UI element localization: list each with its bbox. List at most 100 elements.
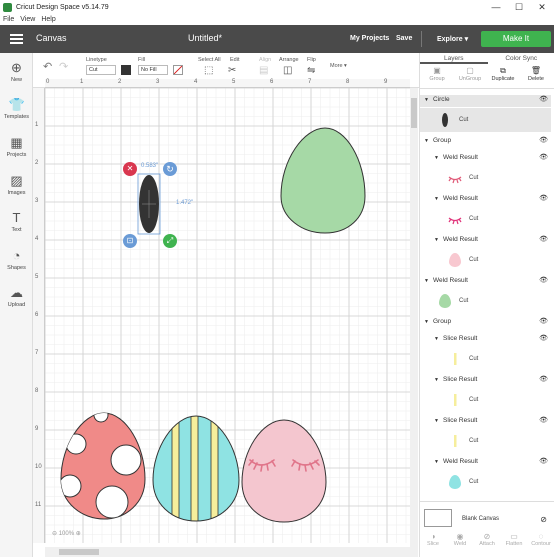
menu-view[interactable]: View — [20, 15, 35, 25]
sidebar-item-shapes[interactable]: ◔ Shapes — [0, 249, 33, 272]
canvas-vertical-scrollbar[interactable] — [410, 88, 418, 557]
sidebar-item-text[interactable]: T Text — [0, 211, 33, 234]
linetype-select[interactable]: Cut — [86, 65, 116, 75]
close-window-button[interactable]: ✕ — [531, 0, 553, 15]
more-dropdown[interactable]: More ▾ — [330, 63, 347, 69]
select-all-button[interactable]: Select All — [198, 57, 221, 63]
chevron-down-icon[interactable]: ▼ — [424, 319, 429, 325]
chevron-down-icon[interactable]: ▼ — [424, 138, 429, 144]
slice-button[interactable]: ◑ Slice — [419, 532, 447, 547]
menu-file[interactable]: File — [3, 15, 14, 25]
layer-linetype: Cut — [469, 438, 479, 444]
edit-button[interactable]: Edit — [230, 57, 239, 63]
tab-color-sync[interactable]: Color Sync — [488, 53, 554, 64]
scroll-thumb[interactable] — [59, 549, 99, 555]
sidebar-item-projects[interactable]: ▦ Projects — [0, 136, 33, 159]
chevron-down-icon[interactable]: ▼ — [434, 377, 439, 383]
chevron-down-icon[interactable]: ▼ — [424, 97, 429, 103]
eye-hidden-icon[interactable]: ⊘ — [540, 515, 547, 524]
blank-canvas-swatch[interactable] — [424, 509, 452, 527]
eye-icon[interactable]: 👁 — [539, 317, 548, 325]
layer-item[interactable]: Cut — [420, 207, 551, 231]
flip-button[interactable]: Flip — [307, 57, 316, 63]
eye-icon[interactable]: 👁 — [539, 194, 548, 202]
lock-handle-icon[interactable]: ⊡ — [123, 234, 137, 248]
delete-button[interactable]: 🗑 Delete — [521, 67, 551, 83]
explore-dropdown[interactable]: Explore ▾ — [437, 35, 468, 43]
contour-button[interactable]: ◌ Contour — [527, 532, 554, 547]
eye-icon[interactable]: 👁 — [539, 416, 548, 424]
menu-help[interactable]: Help — [41, 15, 55, 25]
align-button[interactable]: Align — [259, 57, 271, 63]
layer-item[interactable]: Cut — [420, 289, 551, 313]
flatten-button[interactable]: ▭ Flatten — [500, 532, 528, 547]
title-bar: Cricut Design Space v5.14.79 — ☐ ✕ — [0, 0, 554, 15]
weld-button[interactable]: ◉ Weld — [446, 532, 474, 547]
eye-icon[interactable]: 👁 — [539, 136, 548, 144]
layer-header[interactable]: ▼ Circle 👁 — [420, 95, 551, 107]
hamburger-menu-icon[interactable] — [10, 34, 23, 44]
maximize-button[interactable]: ☐ — [508, 0, 530, 15]
minimize-button[interactable]: — — [485, 0, 507, 15]
eye-icon[interactable]: 👁 — [539, 457, 548, 465]
duplicate-button[interactable]: ⧉ Duplicate — [488, 67, 518, 83]
layer-item[interactable]: Cut — [420, 166, 551, 190]
layer-item[interactable]: Cut — [420, 388, 551, 412]
undo-icon[interactable]: ↶ — [43, 60, 52, 73]
layer-item[interactable]: Cut — [420, 248, 551, 272]
layer-header[interactable]: ▼ Weld Result 👁 — [420, 457, 551, 469]
chevron-down-icon[interactable]: ▼ — [434, 336, 439, 342]
fill-color-swatch[interactable] — [173, 65, 183, 75]
canvas-horizontal-scrollbar[interactable] — [45, 547, 410, 557]
redo-icon[interactable]: ↷ — [59, 60, 68, 73]
sidebar-item-images[interactable]: ▨ Images — [0, 174, 33, 197]
sidebar-item-label: New — [10, 77, 22, 83]
layer-header[interactable]: ▼ Weld Result 👁 — [420, 153, 551, 165]
eye-icon[interactable]: 👁 — [539, 95, 548, 103]
layer-header[interactable]: ▼ Group 👁 — [420, 136, 551, 148]
eye-icon[interactable]: 👁 — [539, 375, 548, 383]
layer-header[interactable]: ▼ Group 👁 — [420, 317, 551, 329]
layer-header[interactable]: ▼ Slice Result 👁 — [420, 416, 551, 428]
resize-handle-icon[interactable]: ⤢ — [163, 234, 177, 248]
ungroup-button[interactable]: ▢ UnGroup — [455, 67, 485, 83]
layer-thumbnail — [449, 475, 461, 489]
canvas-mat[interactable]: ✕ ↻ ⊡ ⤢ 0.583" 1.472" — [45, 88, 410, 543]
chevron-down-icon[interactable]: ▼ — [434, 237, 439, 243]
layer-item[interactable]: Cut — [420, 347, 551, 371]
fill-select[interactable]: No Fill — [138, 65, 168, 75]
eye-icon[interactable]: 👁 — [539, 276, 548, 284]
sidebar-item-new[interactable]: ⊕ New — [0, 61, 33, 84]
layer-item[interactable]: Cut — [420, 108, 551, 132]
rotate-handle-icon[interactable]: ↻ — [163, 162, 177, 176]
tab-layers[interactable]: Layers — [420, 53, 488, 64]
layer-header[interactable]: ▼ Slice Result 👁 — [420, 334, 551, 346]
layer-header[interactable]: ▼ Weld Result 👁 — [420, 235, 551, 247]
eye-icon[interactable]: 👁 — [539, 235, 548, 243]
layer-header[interactable]: ▼ Weld Result 👁 — [420, 276, 551, 288]
attach-button[interactable]: ⊘ Attach — [473, 532, 501, 547]
delete-handle-icon[interactable]: ✕ — [123, 162, 137, 176]
layer-item[interactable]: Cut — [420, 470, 551, 494]
sidebar-item-upload[interactable]: ☁ Upload — [0, 286, 33, 309]
sidebar-item-templates[interactable]: 👕 Templates — [0, 98, 33, 121]
chevron-down-icon[interactable]: ▼ — [434, 459, 439, 465]
my-projects-button[interactable]: My Projects — [350, 35, 389, 42]
arrange-button[interactable]: Arrange — [279, 57, 299, 63]
action-label: Flatten — [505, 541, 523, 547]
save-button[interactable]: Save — [396, 35, 412, 42]
chevron-down-icon[interactable]: ▼ — [434, 196, 439, 202]
zoom-control[interactable]: ⊖ 100% ⊕ — [52, 530, 81, 537]
scroll-thumb[interactable] — [411, 98, 417, 128]
chevron-down-icon[interactable]: ▼ — [434, 155, 439, 161]
chevron-down-icon[interactable]: ▼ — [424, 278, 429, 284]
layer-header[interactable]: ▼ Slice Result 👁 — [420, 375, 551, 387]
layer-item[interactable]: Cut — [420, 429, 551, 453]
make-it-button[interactable]: Make It — [481, 31, 551, 47]
linetype-color-swatch[interactable] — [121, 65, 131, 75]
eye-icon[interactable]: 👁 — [539, 153, 548, 161]
group-button[interactable]: ▣ Group — [422, 67, 452, 83]
layer-header[interactable]: ▼ Weld Result 👁 — [420, 194, 551, 206]
chevron-down-icon[interactable]: ▼ — [434, 418, 439, 424]
eye-icon[interactable]: 👁 — [539, 334, 548, 342]
